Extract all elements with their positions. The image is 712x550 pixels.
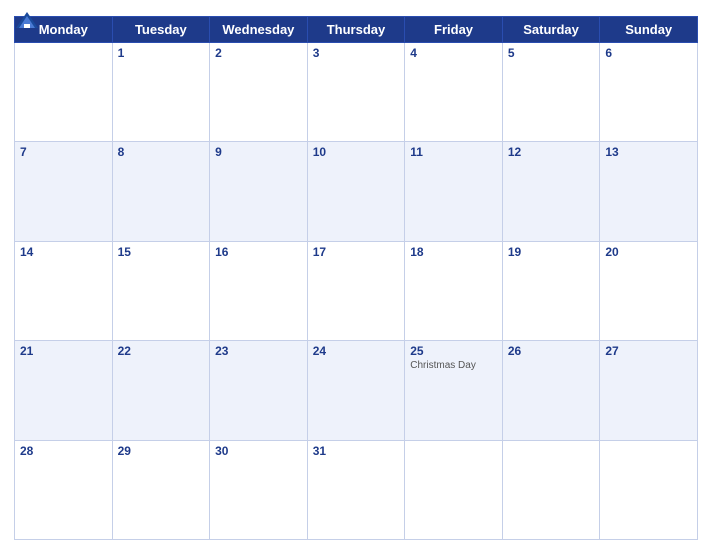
calendar-cell: 25 Christmas Day (405, 341, 503, 440)
week-row-1: 123456 (15, 43, 698, 142)
calendar-cell: 30 (210, 440, 308, 539)
calendar-cell: 31 (307, 440, 405, 539)
week-row-4: 21 22 23 24 25 Christmas Day 26 27 (15, 341, 698, 440)
calendar-table: MondayTuesdayWednesdayThursdayFridaySatu… (14, 16, 698, 540)
day-number: 17 (313, 245, 400, 259)
day-number: 4 (410, 46, 497, 60)
calendar-cell: 13 (600, 142, 698, 241)
weekday-header-tuesday: Tuesday (112, 17, 210, 43)
calendar-cell: 17 (307, 241, 405, 340)
calendar-cell: 20 (600, 241, 698, 340)
day-number: 18 (410, 245, 497, 259)
calendar-cell: 28 (15, 440, 113, 539)
weekday-header-wednesday: Wednesday (210, 17, 308, 43)
holiday-label: Christmas Day (410, 360, 497, 371)
calendar-cell: 2 (210, 43, 308, 142)
day-number: 10 (313, 145, 400, 159)
day-number: 24 (313, 344, 400, 358)
calendar-wrapper: MondayTuesdayWednesdayThursdayFridaySatu… (0, 0, 712, 550)
day-number: 15 (118, 245, 205, 259)
week-row-5: 28 29 30 31 (15, 440, 698, 539)
day-number: 27 (605, 344, 692, 358)
day-number: 26 (508, 344, 595, 358)
calendar-cell: 24 (307, 341, 405, 440)
day-number: 7 (20, 145, 107, 159)
day-number: 6 (605, 46, 692, 60)
day-number: 2 (215, 46, 302, 60)
weekday-header-saturday: Saturday (502, 17, 600, 43)
calendar-cell (600, 440, 698, 539)
calendar-cell: 8 (112, 142, 210, 241)
calendar-cell: 7 (15, 142, 113, 241)
day-number: 14 (20, 245, 107, 259)
calendar-cell (15, 43, 113, 142)
calendar-cell: 9 (210, 142, 308, 241)
day-number: 16 (215, 245, 302, 259)
day-number: 31 (313, 444, 400, 458)
day-number: 5 (508, 46, 595, 60)
calendar-cell: 11 (405, 142, 503, 241)
calendar-cell: 1 (112, 43, 210, 142)
week-row-3: 14 15 16 17 18 19 20 (15, 241, 698, 340)
logo-area (14, 10, 42, 32)
calendar-cell: 5 (502, 43, 600, 142)
logo-icon (14, 10, 40, 32)
day-number: 28 (20, 444, 107, 458)
day-number: 25 (410, 344, 497, 358)
day-number: 1 (118, 46, 205, 60)
day-number: 20 (605, 245, 692, 259)
day-number: 30 (215, 444, 302, 458)
day-number: 22 (118, 344, 205, 358)
calendar-cell: 4 (405, 43, 503, 142)
day-number: 8 (118, 145, 205, 159)
day-number: 19 (508, 245, 595, 259)
calendar-cell: 26 (502, 341, 600, 440)
calendar-cell: 14 (15, 241, 113, 340)
calendar-cell: 12 (502, 142, 600, 241)
calendar-cell: 29 (112, 440, 210, 539)
weekday-header-sunday: Sunday (600, 17, 698, 43)
calendar-cell: 18 (405, 241, 503, 340)
day-number: 3 (313, 46, 400, 60)
day-number: 29 (118, 444, 205, 458)
weekday-header-row: MondayTuesdayWednesdayThursdayFridaySatu… (15, 17, 698, 43)
calendar-cell: 15 (112, 241, 210, 340)
calendar-cell: 27 (600, 341, 698, 440)
calendar-cell: 23 (210, 341, 308, 440)
calendar-cell: 10 (307, 142, 405, 241)
weekday-header-friday: Friday (405, 17, 503, 43)
day-number: 9 (215, 145, 302, 159)
calendar-cell (502, 440, 600, 539)
day-number: 21 (20, 344, 107, 358)
day-number: 23 (215, 344, 302, 358)
weekday-header-thursday: Thursday (307, 17, 405, 43)
calendar-cell: 16 (210, 241, 308, 340)
day-number: 13 (605, 145, 692, 159)
calendar-cell: 19 (502, 241, 600, 340)
calendar-cell: 22 (112, 341, 210, 440)
day-number: 11 (410, 145, 497, 159)
calendar-cell: 3 (307, 43, 405, 142)
calendar-cell: 21 (15, 341, 113, 440)
week-row-2: 789 10 11 12 13 (15, 142, 698, 241)
day-number: 12 (508, 145, 595, 159)
calendar-cell (405, 440, 503, 539)
calendar-cell: 6 (600, 43, 698, 142)
